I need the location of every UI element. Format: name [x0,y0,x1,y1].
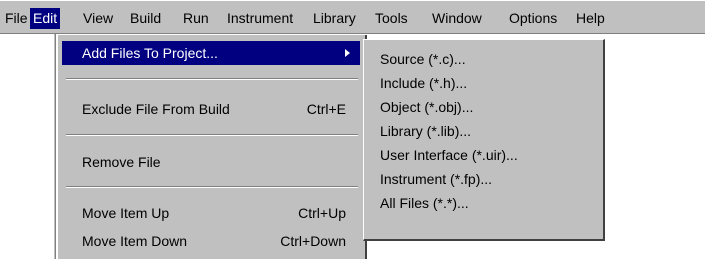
menu-item-add-files-to-project[interactable]: Add Files To Project... [62,41,360,65]
menu-item-move-item-down[interactable]: Move Item Down Ctrl+Down [62,229,360,253]
menu-bar: File Edit View Build Run Instrument Libr… [0,0,705,34]
menu-tools[interactable]: Tools [372,8,411,29]
menu-separator [66,78,358,80]
menu-build[interactable]: Build [127,8,164,29]
menu-run[interactable]: Run [180,8,212,29]
menu-instrument[interactable]: Instrument [224,8,296,29]
menu-item-remove-file[interactable]: Remove File [62,150,360,174]
submenu-item-instrument[interactable]: Instrument (*.fp)... [380,167,492,191]
menu-file[interactable]: File [2,8,31,29]
menu-view[interactable]: View [80,8,116,29]
menu-options[interactable]: Options [506,8,560,29]
menu-library[interactable]: Library [310,8,359,29]
menu-edit[interactable]: Edit [30,8,61,29]
submenu-item-include[interactable]: Include (*.h)... [380,71,467,95]
menu-item-move-item-up[interactable]: Move Item Up Ctrl+Up [62,201,360,225]
menu-item-shortcut: Ctrl+Up [298,205,346,221]
submenu-arrow-icon [345,49,350,57]
menu-window[interactable]: Window [429,8,485,29]
menu-item-label: Move Item Down [82,233,188,249]
add-files-submenu: Source (*.c)... Include (*.h)... Object … [363,39,605,241]
submenu-item-source[interactable]: Source (*.c)... [380,47,466,71]
menu-item-label: Add Files To Project... [82,45,218,61]
menu-item-label: Exclude File From Build [82,101,230,117]
menu-separator [66,134,358,136]
menu-item-label: Remove File [82,154,161,170]
menu-help[interactable]: Help [573,8,608,29]
submenu-item-object[interactable]: Object (*.obj)... [380,95,473,119]
menu-item-label: Move Item Up [82,205,170,221]
menu-separator [66,186,358,188]
submenu-item-library[interactable]: Library (*.lib)... [380,119,471,143]
menu-item-exclude-file-from-build[interactable]: Exclude File From Build Ctrl+E [62,97,360,121]
window-frame-edge [53,34,56,259]
submenu-item-user-interface[interactable]: User Interface (*.uir)... [380,143,518,167]
submenu-item-all-files[interactable]: All Files (*.*)... [380,191,469,215]
edit-dropdown-menu: Add Files To Project... Exclude File Fro… [57,35,367,259]
menu-item-shortcut: Ctrl+Down [280,233,346,249]
menu-item-shortcut: Ctrl+E [306,101,346,117]
